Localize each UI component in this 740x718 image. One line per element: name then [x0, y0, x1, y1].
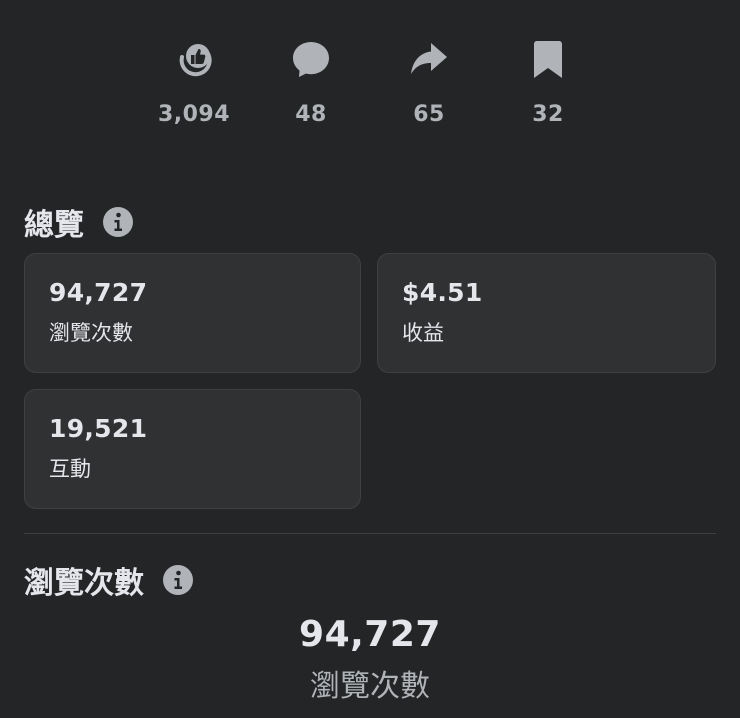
earnings-card[interactable]: $4.51 收益: [377, 253, 716, 373]
share-icon: [408, 36, 450, 82]
views-title: 瀏覽次數: [24, 566, 144, 601]
bookmark-icon: [527, 36, 569, 82]
section-divider: [24, 533, 716, 534]
views-total-label: 瀏覽次數: [310, 669, 430, 704]
shares-count: 65: [413, 102, 445, 127]
views-total-value: 94,727: [299, 614, 441, 655]
views-card-label: 瀏覽次數: [49, 321, 133, 345]
earnings-card-value: $4.51: [402, 278, 483, 307]
saves-stat[interactable]: 32: [493, 36, 603, 127]
saves-count: 32: [532, 102, 564, 127]
info-icon[interactable]: [162, 564, 194, 596]
views-card[interactable]: 94,727 瀏覽次數: [24, 253, 361, 373]
likes-stat[interactable]: 3,094: [139, 36, 249, 127]
views-summary: 94,727 瀏覽次數: [0, 614, 740, 705]
likes-count: 3,094: [157, 102, 231, 127]
engagement-card-value: 19,521: [49, 414, 148, 443]
shares-stat[interactable]: 65: [374, 36, 484, 127]
comments-stat[interactable]: 48: [256, 36, 366, 127]
comment-icon: [290, 36, 332, 82]
views-header: 瀏覽次數: [24, 558, 194, 602]
info-icon[interactable]: [102, 206, 134, 238]
engagement-card-label: 互動: [49, 457, 91, 481]
engagement-card[interactable]: 19,521 互動: [24, 389, 361, 509]
overview-header: 總覽: [24, 200, 134, 244]
post-stats-row: 3,094 48 65 32: [0, 36, 740, 136]
overview-title: 總覽: [24, 208, 84, 243]
views-card-value: 94,727: [49, 278, 148, 307]
comments-count: 48: [295, 102, 327, 127]
earnings-card-label: 收益: [402, 321, 444, 345]
like-icon: [173, 36, 215, 82]
